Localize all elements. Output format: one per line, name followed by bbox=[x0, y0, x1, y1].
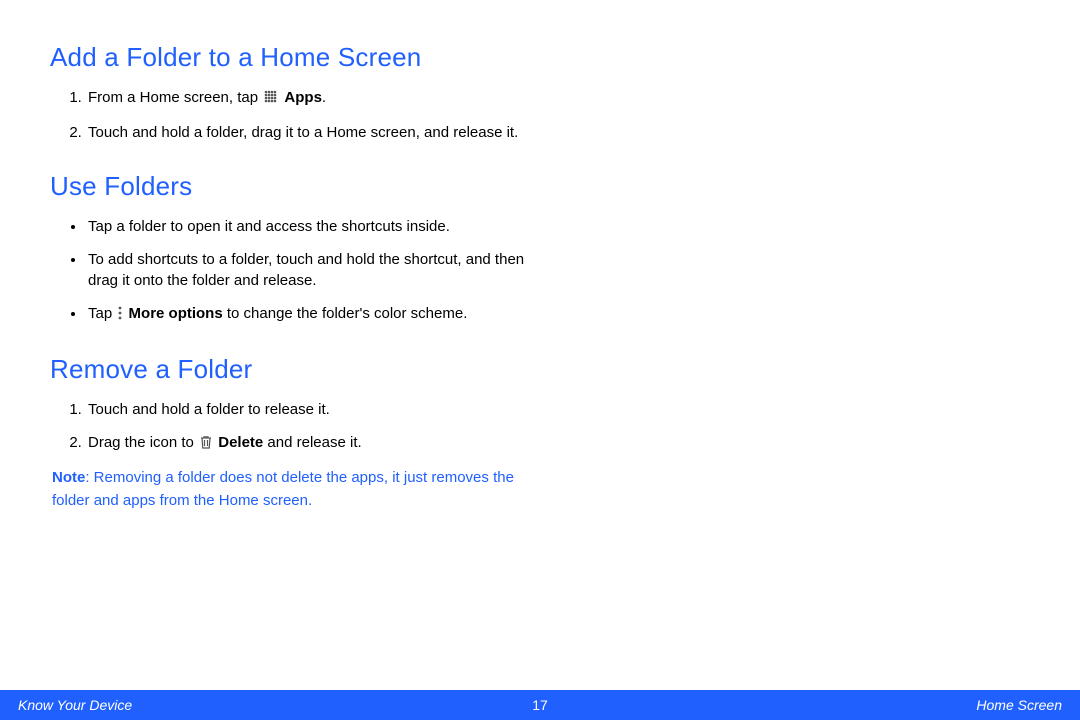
list-item: Touch and hold a folder, drag it to a Ho… bbox=[86, 122, 530, 143]
list-item: To add shortcuts to a folder, touch and … bbox=[86, 249, 530, 291]
note-body: : Removing a folder does not delete the … bbox=[52, 469, 514, 509]
document-content: Add a Folder to a Home Screen From a Hom… bbox=[0, 0, 580, 512]
footer-right: Home Screen bbox=[976, 697, 1062, 713]
bold-text: Apps bbox=[284, 89, 322, 106]
text: and release it. bbox=[263, 434, 361, 451]
text: Drag the icon to bbox=[88, 434, 198, 451]
text: Touch and hold a folder, drag it to a Ho… bbox=[88, 124, 518, 141]
text: to change the folder's color scheme. bbox=[223, 305, 468, 322]
text: . bbox=[322, 89, 326, 106]
text: Tap bbox=[88, 305, 116, 322]
bold-text: Delete bbox=[218, 434, 263, 451]
list-item: Tap a folder to open it and access the s… bbox=[86, 216, 530, 237]
note-text: Note: Removing a folder does not delete … bbox=[50, 467, 530, 512]
footer-page-number: 17 bbox=[532, 697, 548, 713]
text: From a Home screen, tap bbox=[88, 89, 262, 106]
use-folders-list: Tap a folder to open it and access the s… bbox=[50, 216, 530, 326]
list-item: Tap More options to change the folder's … bbox=[86, 303, 530, 326]
note-label: Note bbox=[52, 469, 85, 486]
list-item: Touch and hold a folder to release it. bbox=[86, 399, 530, 420]
text: Touch and hold a folder to release it. bbox=[88, 401, 330, 418]
more-options-icon bbox=[118, 305, 122, 326]
list-item: Drag the icon to Delete and release it. bbox=[86, 432, 530, 455]
apps-grid-icon bbox=[264, 89, 278, 110]
bold-text: More options bbox=[129, 305, 223, 322]
section-heading-use-folders: Use Folders bbox=[50, 171, 530, 202]
add-folder-steps: From a Home screen, tap Apps. Touch and … bbox=[50, 87, 530, 143]
delete-trash-icon bbox=[200, 434, 212, 455]
footer-left: Know Your Device bbox=[18, 697, 132, 713]
remove-folder-steps: Touch and hold a folder to release it. D… bbox=[50, 399, 530, 455]
text: Tap a folder to open it and access the s… bbox=[88, 218, 450, 235]
list-item: From a Home screen, tap Apps. bbox=[86, 87, 530, 110]
page-footer: Know Your Device 17 Home Screen bbox=[0, 690, 1080, 720]
section-heading-add-folder: Add a Folder to a Home Screen bbox=[50, 42, 530, 73]
section-heading-remove-folder: Remove a Folder bbox=[50, 354, 530, 385]
text: To add shortcuts to a folder, touch and … bbox=[88, 251, 524, 289]
